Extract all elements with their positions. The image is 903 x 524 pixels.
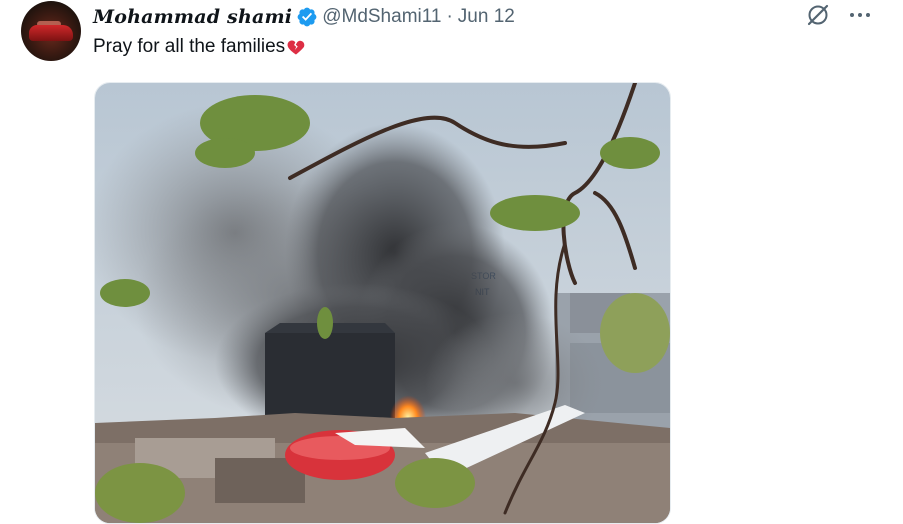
tweet-text-content: Pray for all the families: [93, 36, 286, 57]
avatar-car: [29, 25, 73, 41]
more-options-icon[interactable]: [847, 2, 873, 28]
tweet-image[interactable]: STOR NIT: [94, 82, 671, 524]
tweet-actions: [805, 2, 873, 28]
tweet-header: Mohammad shami @MdShami11 · Jun 12: [93, 5, 515, 29]
separator-dot: ·: [446, 6, 453, 27]
broken-heart-icon: [287, 40, 305, 55]
tweet-date[interactable]: Jun 12: [458, 6, 515, 28]
user-handle[interactable]: @MdShami11: [322, 6, 441, 28]
grok-icon[interactable]: [805, 2, 831, 28]
tweet-card[interactable]: Mohammad shami @MdShami11 · Jun 12 Pray …: [0, 0, 903, 524]
display-name[interactable]: Mohammad shami: [93, 6, 292, 28]
image-scene: STOR NIT: [95, 83, 670, 523]
tweet-text: Pray for all the families: [93, 36, 306, 58]
verified-badge-icon[interactable]: [296, 6, 318, 28]
avatar[interactable]: [21, 1, 81, 61]
